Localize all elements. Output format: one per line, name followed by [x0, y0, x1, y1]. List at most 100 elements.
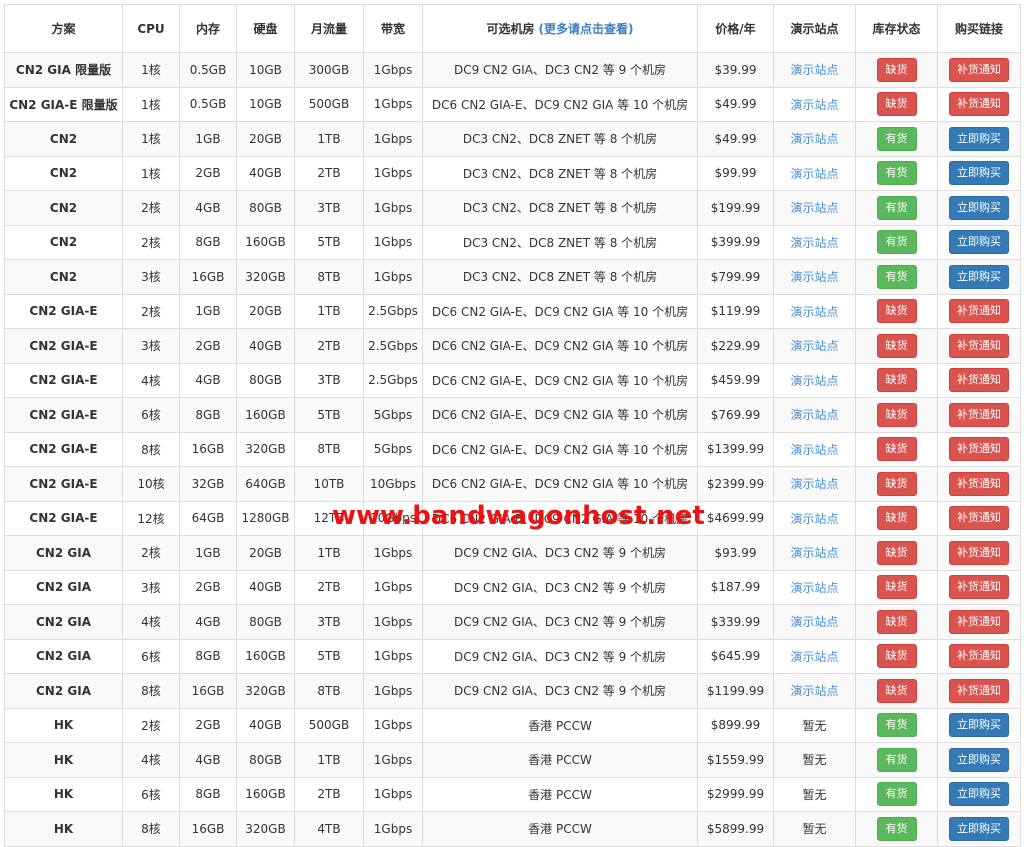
traffic-cell: 3TB: [294, 362, 364, 398]
cpu-cell: 2核: [122, 535, 180, 571]
price-cell: $459.99: [697, 362, 774, 398]
traffic-cell: 10TB: [294, 466, 364, 502]
plan-name-cell: CN2 GIA-E: [4, 293, 123, 329]
datacenters-cell: DC6 CN2 GIA-E、DC9 CN2 GIA 等 10 个机房: [422, 362, 698, 398]
demo-site-link[interactable]: 演示站点: [790, 581, 838, 595]
stock-cell: 有货: [855, 224, 938, 260]
restock-notify-button[interactable]: 补货通知: [949, 299, 1009, 324]
demo-cell: 演示站点: [773, 293, 856, 329]
price-cell: $99.99: [697, 155, 774, 191]
out-of-stock-badge: 缺货: [876, 57, 917, 82]
in-stock-badge: 有货: [876, 747, 917, 772]
traffic-cell: 500GB: [294, 86, 364, 122]
demo-site-link[interactable]: 演示站点: [790, 374, 838, 388]
restock-notify-button[interactable]: 补货通知: [949, 437, 1009, 462]
buy-now-button[interactable]: 立即购买: [949, 195, 1009, 220]
cpu-cell: 6核: [122, 397, 180, 433]
buy-now-button[interactable]: 立即购买: [949, 713, 1009, 738]
traffic-cell: 1TB: [294, 535, 364, 571]
buy-cell: 补货通知: [937, 638, 1021, 674]
header-datacenters: 可选机房 (更多请点击查看): [422, 4, 698, 53]
table-row: CN2 GIA-E 12核 64GB 1280GB 12TB 10Gbps DC6 CN2 …: [4, 500, 1021, 536]
bandwidth-cell: 1Gbps: [363, 259, 423, 295]
buy-now-button[interactable]: 立即购买: [949, 782, 1009, 807]
datacenters-cell: DC3 CN2、DC8 ZNET 等 8 个机房: [422, 155, 698, 191]
demo-site-link[interactable]: 演示站点: [790, 546, 838, 560]
cpu-cell: 8核: [122, 431, 180, 467]
buy-now-button[interactable]: 立即购买: [949, 230, 1009, 255]
plan-name-cell: CN2: [4, 190, 123, 226]
table-row: HK 8核 16GB 320GB 4TB 1Gbps 香港 PCCW $5899.99 暂无 有货…: [4, 811, 1021, 847]
demo-site-link[interactable]: 演示站点: [790, 201, 838, 215]
buy-now-button[interactable]: 立即购买: [949, 126, 1009, 151]
restock-notify-button[interactable]: 补货通知: [949, 368, 1009, 393]
price-cell: $49.99: [697, 86, 774, 122]
no-demo-text: 暂无: [802, 718, 827, 733]
demo-site-link[interactable]: 演示站点: [790, 305, 838, 319]
demo-site-link[interactable]: 演示站点: [790, 132, 838, 146]
table-row: HK 2核 2GB 40GB 500GB 1Gbps 香港 PCCW $899.99 暂无 有货 立…: [4, 707, 1021, 743]
demo-site-link[interactable]: 演示站点: [790, 512, 838, 526]
price-cell: $119.99: [697, 293, 774, 329]
demo-site-link[interactable]: 演示站点: [790, 684, 838, 698]
demo-site-link[interactable]: 演示站点: [790, 236, 838, 250]
cpu-cell: 10核: [122, 466, 180, 502]
restock-notify-button[interactable]: 补货通知: [949, 540, 1009, 565]
demo-site-link[interactable]: 演示站点: [790, 615, 838, 629]
buy-now-button[interactable]: 立即购买: [949, 816, 1009, 841]
header-price: 价格/年: [697, 4, 774, 53]
ram-cell: 1GB: [179, 293, 237, 329]
restock-notify-button[interactable]: 补货通知: [949, 506, 1009, 531]
demo-site-link[interactable]: 演示站点: [790, 98, 838, 112]
traffic-cell: 1TB: [294, 293, 364, 329]
more-datacenters-link[interactable]: (更多请点击查看): [539, 22, 634, 36]
price-cell: $645.99: [697, 638, 774, 674]
price-cell: $1199.99: [697, 673, 774, 709]
buy-cell: 补货通知: [937, 431, 1021, 467]
demo-site-link[interactable]: 演示站点: [790, 339, 838, 353]
restock-notify-button[interactable]: 补货通知: [949, 92, 1009, 117]
stock-cell: 缺货: [855, 535, 938, 571]
out-of-stock-badge: 缺货: [876, 437, 917, 462]
demo-site-link[interactable]: 演示站点: [790, 650, 838, 664]
restock-notify-button[interactable]: 补货通知: [949, 678, 1009, 703]
datacenters-cell: DC3 CN2、DC8 ZNET 等 8 个机房: [422, 190, 698, 226]
stock-cell: 缺货: [855, 604, 938, 640]
buy-cell: 补货通知: [937, 52, 1021, 88]
cpu-cell: 1核: [122, 52, 180, 88]
stock-cell: 缺货: [855, 362, 938, 398]
datacenters-cell: 香港 PCCW: [422, 811, 698, 847]
restock-notify-button[interactable]: 补货通知: [949, 609, 1009, 634]
buy-cell: 立即购买: [937, 190, 1021, 226]
cpu-cell: 1核: [122, 121, 180, 157]
buy-now-button[interactable]: 立即购买: [949, 264, 1009, 289]
restock-notify-button[interactable]: 补货通知: [949, 57, 1009, 82]
stock-cell: 缺货: [855, 638, 938, 674]
plan-name-cell: CN2 GIA-E: [4, 431, 123, 467]
table-row: CN2 GIA-E 10核 32GB 640GB 10TB 10Gbps DC6 CN2 G…: [4, 466, 1021, 502]
buy-now-button[interactable]: 立即购买: [949, 747, 1009, 772]
restock-notify-button[interactable]: 补货通知: [949, 471, 1009, 496]
buy-cell: 立即购买: [937, 121, 1021, 157]
restock-notify-button[interactable]: 补货通知: [949, 575, 1009, 600]
plan-name-cell: CN2 GIA-E: [4, 362, 123, 398]
price-cell: $4699.99: [697, 500, 774, 536]
demo-site-link[interactable]: 演示站点: [790, 443, 838, 457]
demo-site-link[interactable]: 演示站点: [790, 167, 838, 181]
datacenters-cell: DC6 CN2 GIA-E、DC9 CN2 GIA 等 10 个机房: [422, 431, 698, 467]
demo-site-link[interactable]: 演示站点: [790, 477, 838, 491]
buy-now-button[interactable]: 立即购买: [949, 161, 1009, 186]
demo-site-link[interactable]: 演示站点: [790, 63, 838, 77]
restock-notify-button[interactable]: 补货通知: [949, 402, 1009, 427]
demo-site-link[interactable]: 演示站点: [790, 408, 838, 422]
restock-notify-button[interactable]: 补货通知: [949, 333, 1009, 358]
ram-cell: 32GB: [179, 466, 237, 502]
cpu-cell: 3核: [122, 259, 180, 295]
disk-cell: 320GB: [236, 431, 295, 467]
demo-site-link[interactable]: 演示站点: [790, 270, 838, 284]
table-row: CN2 GIA-E 4核 4GB 80GB 3TB 2.5Gbps DC6 CN2 GIA-…: [4, 362, 1021, 398]
table-row: CN2 2核 8GB 160GB 5TB 1Gbps DC3 CN2、DC8 ZNET 等 …: [4, 224, 1021, 260]
restock-notify-button[interactable]: 补货通知: [949, 644, 1009, 669]
out-of-stock-badge: 缺货: [876, 506, 917, 531]
buy-cell: 立即购买: [937, 155, 1021, 191]
